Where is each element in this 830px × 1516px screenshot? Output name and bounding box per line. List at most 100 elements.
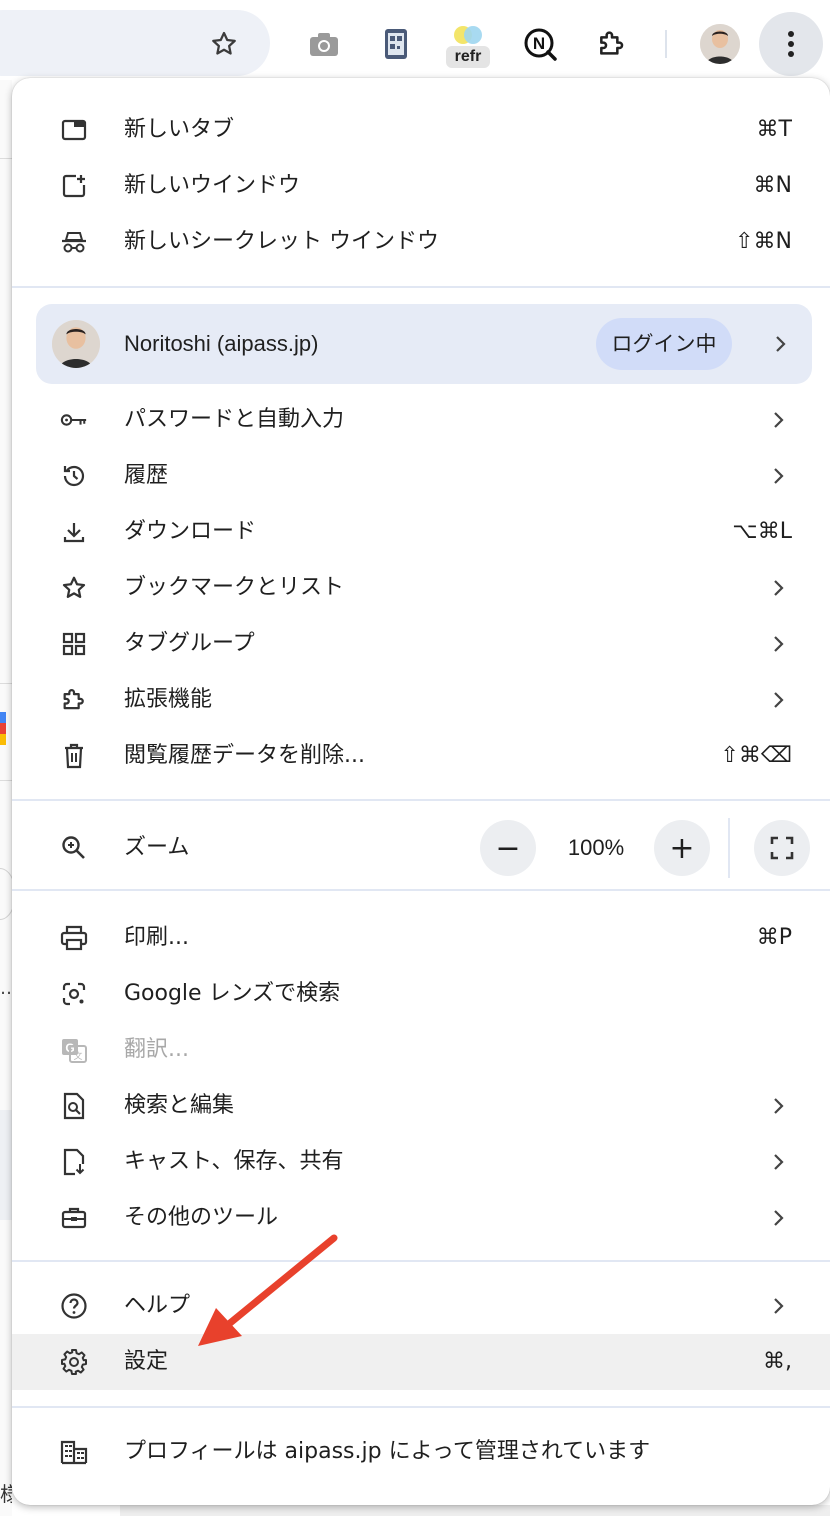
background-page-text: 様 — [0, 1482, 12, 1506]
menu-item-label: Google レンズで検索 — [124, 981, 341, 1006]
chevron-right-icon — [774, 1210, 784, 1226]
svg-text:N: N — [533, 34, 545, 53]
zoom-out-button[interactable]: − — [480, 820, 536, 876]
profile-name: Noritoshi (aipass.jp) — [124, 331, 319, 356]
background-page-bottom — [120, 1505, 830, 1516]
menu-separator — [12, 1260, 830, 1262]
toolbar-separator — [665, 30, 667, 58]
background-page — [0, 80, 12, 1516]
menu-item-downloads[interactable]: ダウンロード ⌥⌘L — [12, 504, 830, 560]
profile-row[interactable]: Noritoshi (aipass.jp) ログイン中 — [36, 304, 812, 384]
background-page-divider — [0, 158, 12, 159]
menu-item-label: タブグループ — [124, 631, 255, 656]
menu-item-history[interactable]: 履歴 — [12, 448, 830, 504]
new-tab-icon — [60, 116, 88, 144]
building-icon — [60, 1438, 88, 1466]
menu-item-shortcut: ⇧⌘N — [735, 229, 792, 254]
menu-item-label: その他のツール — [124, 1205, 279, 1230]
zoom-level: 100% — [567, 835, 625, 860]
download-icon — [60, 518, 88, 546]
chevron-right-icon — [774, 636, 784, 652]
puzzle-icon[interactable] — [592, 24, 632, 64]
browser-toolbar: refr N — [0, 0, 830, 80]
menu-item-label: ブックマークとリスト — [124, 575, 345, 600]
menu-item-tab-groups[interactable]: タブグループ — [12, 616, 830, 672]
chevron-right-icon — [776, 336, 786, 352]
key-icon — [60, 406, 88, 434]
menu-item-shortcut: ⌘T — [756, 117, 792, 142]
menu-item-incognito[interactable]: 新しいシークレット ウインドウ ⇧⌘N — [12, 214, 830, 270]
menu-item-cast-save-share[interactable]: キャスト、保存、共有 — [12, 1134, 830, 1190]
camera-icon[interactable] — [304, 24, 344, 64]
kebab-menu-icon[interactable] — [759, 12, 823, 76]
trash-icon — [60, 742, 88, 770]
refr-extension-label[interactable]: refr — [446, 46, 490, 68]
qr-extension-icon[interactable] — [376, 24, 416, 64]
chevron-right-icon — [774, 1298, 784, 1314]
svg-text:文: 文 — [73, 1050, 82, 1062]
menu-item-label: 新しいウインドウ — [124, 173, 301, 198]
avatar[interactable] — [700, 24, 740, 64]
menu-item-label: 印刷... — [124, 925, 189, 950]
chevron-right-icon — [774, 412, 784, 428]
menu-item-help[interactable]: ヘルプ — [12, 1278, 830, 1334]
menu-item-new-window[interactable]: 新しいウインドウ ⌘N — [12, 158, 830, 214]
translate-icon: G文 — [60, 1036, 88, 1064]
menu-item-managed-profile[interactable]: プロフィールは aipass.jp によって管理されています — [12, 1424, 830, 1480]
menu-item-translate: G文 翻訳... — [12, 1022, 830, 1078]
background-page-block — [0, 1110, 12, 1220]
menu-item-label: 履歴 — [124, 463, 169, 488]
zoom-in-button[interactable]: + — [654, 820, 710, 876]
menu-item-label: ヘルプ — [124, 1293, 191, 1318]
print-icon — [60, 924, 88, 952]
find-icon — [60, 1092, 88, 1120]
menu-item-label: 新しいタブ — [124, 117, 235, 142]
lens-icon — [60, 980, 88, 1008]
zoom-icon — [60, 834, 88, 862]
gear-icon — [60, 1348, 88, 1376]
zoom-separator — [728, 818, 730, 878]
chevron-right-icon — [774, 692, 784, 708]
menu-item-shortcut: ⌘, — [763, 1349, 792, 1374]
menu-item-new-tab[interactable]: 新しいタブ ⌘T — [12, 102, 830, 158]
menu-separator — [12, 799, 830, 801]
menu-item-shortcut: ⌘P — [756, 925, 792, 950]
menu-item-clear-browsing-data[interactable]: 閲覧履歴データを削除... ⇧⌘⌫ — [12, 728, 830, 784]
menu-item-print[interactable]: 印刷... ⌘P — [12, 910, 830, 966]
menu-item-passwords[interactable]: パスワードと自動入力 — [12, 392, 830, 448]
chevron-right-icon — [774, 468, 784, 484]
refr-extension-icon[interactable] — [448, 22, 488, 46]
fullscreen-button[interactable] — [754, 820, 810, 876]
zoom-row: ズーム − 100% + — [12, 818, 830, 878]
menu-item-more-tools[interactable]: その他のツール — [12, 1190, 830, 1246]
incognito-icon — [60, 228, 88, 256]
menu-separator — [12, 889, 830, 891]
background-page-divider — [0, 780, 12, 781]
menu-item-shortcut: ⇧⌘⌫ — [720, 743, 792, 768]
bookmark-star-icon[interactable] — [204, 24, 244, 64]
save-icon — [60, 1148, 88, 1176]
chevron-right-icon — [774, 1098, 784, 1114]
signed-in-badge: ログイン中 — [596, 318, 732, 370]
menu-item-google-lens[interactable]: Google レンズで検索 — [12, 966, 830, 1022]
avatar — [52, 320, 100, 368]
menu-item-label: 閲覧履歴データを削除... — [124, 743, 365, 768]
menu-item-label: 検索と編集 — [124, 1093, 235, 1118]
menu-item-bookmarks[interactable]: ブックマークとリスト — [12, 560, 830, 616]
background-page-ellipsis: … — [0, 978, 12, 999]
menu-item-label: 設定 — [124, 1349, 169, 1374]
menu-item-label: プロフィールは aipass.jp によって管理されています — [124, 1439, 651, 1464]
background-page-divider — [0, 683, 12, 684]
notion-extension-icon[interactable]: N — [520, 24, 560, 64]
chevron-right-icon — [774, 580, 784, 596]
menu-item-settings[interactable]: 設定 ⌘, — [12, 1334, 830, 1390]
menu-item-shortcut: ⌥⌘L — [732, 519, 792, 544]
menu-item-extensions[interactable]: 拡張機能 — [12, 672, 830, 728]
menu-item-label: 新しいシークレット ウインドウ — [124, 229, 439, 254]
fullscreen-icon — [770, 836, 794, 860]
menu-item-label: 翻訳... — [124, 1037, 189, 1062]
menu-item-find-edit[interactable]: 検索と編集 — [12, 1078, 830, 1134]
menu-item-label: キャスト、保存、共有 — [124, 1149, 344, 1174]
zoom-label: ズーム — [124, 835, 190, 860]
chevron-right-icon — [774, 1154, 784, 1170]
